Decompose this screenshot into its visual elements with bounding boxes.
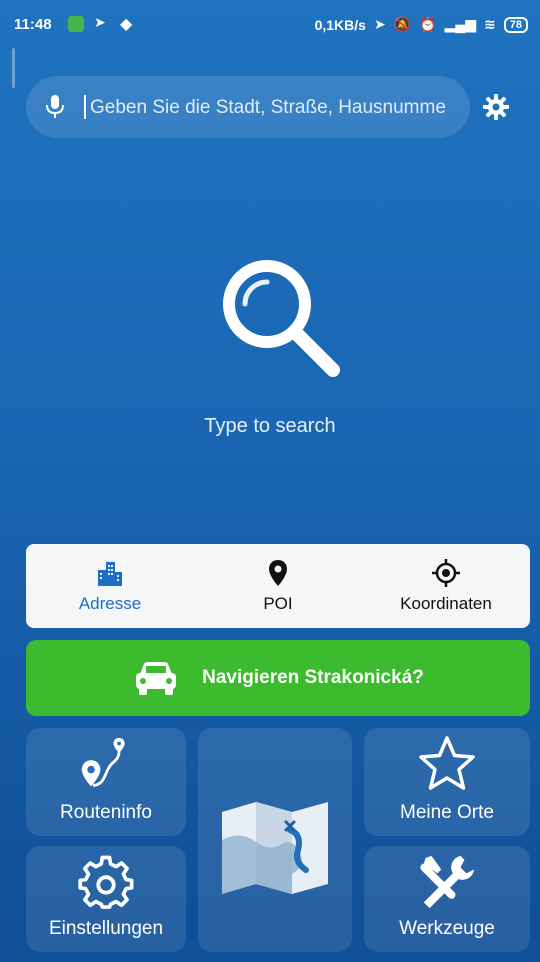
battery-icon: 78 xyxy=(503,16,528,33)
search-mode-tabs: Adresse POI Koordinaten xyxy=(26,544,530,628)
text-cursor xyxy=(84,95,86,119)
status-time: 11:48 xyxy=(14,16,52,33)
network-speed: 0,1KB/s xyxy=(314,16,366,33)
map-pin-icon xyxy=(269,560,287,586)
empty-state-text: Type to search xyxy=(204,415,336,437)
werkzeuge-tile[interactable]: Werkzeuge xyxy=(364,846,530,952)
route-icon xyxy=(81,737,125,787)
navigation-diamond-icon: ◆ xyxy=(120,16,133,33)
signal-icon: ▂▄▆ xyxy=(444,16,477,32)
buildings-icon xyxy=(98,562,122,586)
gear-icon[interactable] xyxy=(482,93,510,121)
crosshair-icon xyxy=(432,559,460,587)
tab-label: Koordinaten xyxy=(400,594,492,613)
alarm-icon: ⏰ xyxy=(419,16,437,32)
car-icon xyxy=(136,662,177,695)
meine-orte-tile[interactable]: Meine Orte xyxy=(364,728,530,836)
tile-label: Routeninfo xyxy=(60,802,152,823)
tab-poi[interactable]: POI xyxy=(194,544,362,628)
mute-icon: 🔕 xyxy=(393,16,412,32)
star-icon xyxy=(419,736,475,790)
gear-icon xyxy=(78,855,134,909)
microphone-icon[interactable] xyxy=(44,94,66,120)
wifi-icon: ≋ xyxy=(484,16,496,32)
tile-label: Meine Orte xyxy=(400,802,494,823)
status-right-group: 0,1KB/s ➤ 🔕 ⏰ ▂▄▆ ≋ 78 xyxy=(315,16,528,33)
magnifier-icon xyxy=(223,260,340,377)
tools-icon xyxy=(420,855,475,909)
location-arrow-icon: ➤ xyxy=(94,14,106,30)
tile-label: Werkzeuge xyxy=(399,918,495,939)
tab-label: POI xyxy=(263,594,293,613)
status-bar: 11:48 ➤ ◆ 0,1KB/s ➤ 🔕 ⏰ ▂▄▆ ≋ 78 xyxy=(0,0,540,52)
tab-adresse[interactable]: Adresse xyxy=(26,544,194,628)
map-tile[interactable] xyxy=(198,728,352,952)
navigate-button[interactable]: Navigieren Strakonická? xyxy=(26,640,530,716)
tab-label: Adresse xyxy=(78,594,142,613)
app-notification-icon xyxy=(68,16,84,32)
einstellungen-tile[interactable]: Einstellungen xyxy=(26,846,186,952)
map-icon xyxy=(222,802,328,894)
search-input[interactable] xyxy=(88,90,472,126)
tile-label: Einstellungen xyxy=(48,918,164,939)
routeninfo-tile[interactable]: Routeninfo xyxy=(26,728,186,836)
location-icon: ➤ xyxy=(373,16,386,32)
tab-koordinaten[interactable]: Koordinaten xyxy=(362,544,530,628)
search-bar xyxy=(26,76,472,138)
drawer-handle[interactable] xyxy=(12,48,15,88)
navigate-label: Navigieren Strakonická? xyxy=(202,667,424,688)
